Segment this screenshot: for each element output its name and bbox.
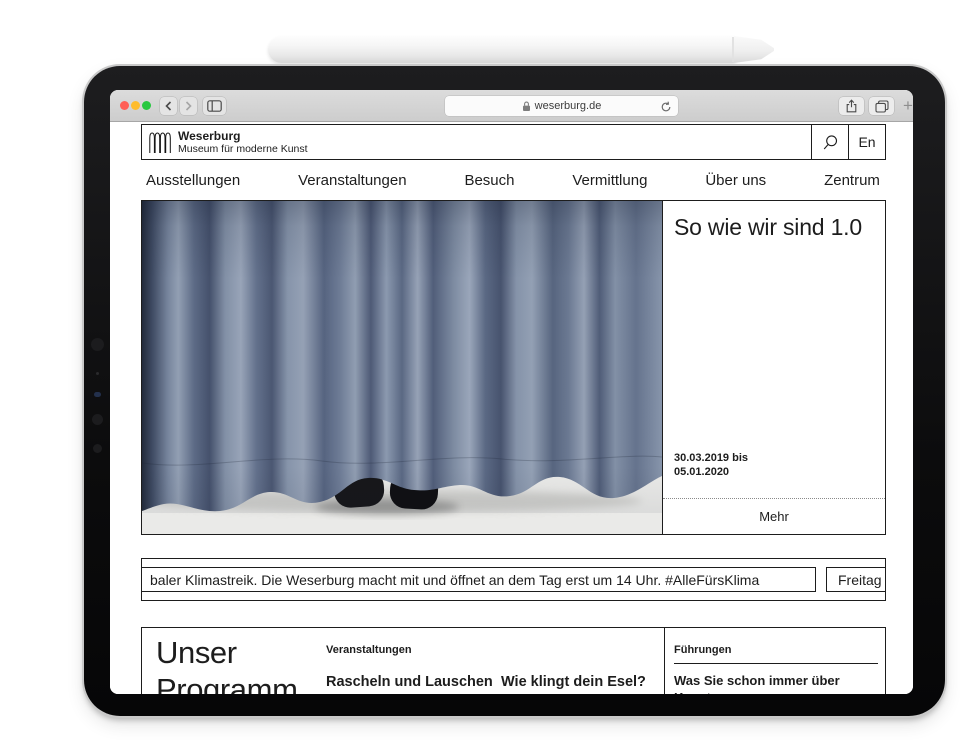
reload-icon: [660, 101, 672, 113]
search-icon: [822, 134, 839, 151]
forward-button[interactable]: [180, 97, 197, 115]
exhibition-title: So wie wir sind 1.0: [674, 214, 862, 241]
hero-section: So wie wir sind 1.0 30.03.2019 bis 05.01…: [141, 200, 886, 535]
nav-item-zentrum[interactable]: Zentrum: [824, 172, 880, 189]
apple-pencil: [268, 36, 774, 63]
search-button[interactable]: [811, 125, 848, 159]
desktop-background: weserburg.de +: [0, 0, 960, 756]
share-icon: [845, 99, 858, 113]
program-section: Unser Programm Veranstaltungen Rascheln …: [141, 627, 886, 694]
screen: weserburg.de +: [110, 90, 913, 694]
ambient-sensor-icon: [96, 372, 99, 375]
ticker-next-item[interactable]: Freitag: [826, 567, 886, 592]
sidebar-toggle-button[interactable]: [203, 97, 226, 115]
events-column-label: Veranstaltungen: [326, 644, 412, 656]
site-header: Weserburg Museum für moderne Kunst En: [141, 124, 886, 160]
apple-pencil-body: [268, 36, 736, 63]
program-heading-line2: Programm: [156, 671, 298, 694]
address-bar[interactable]: weserburg.de: [445, 96, 678, 116]
camera-lens2-icon: [93, 444, 102, 453]
column-divider: [664, 628, 665, 694]
reload-button[interactable]: [660, 100, 672, 118]
nav-item-ueber-uns[interactable]: Über uns: [705, 172, 766, 189]
sidebar-icon: [207, 100, 222, 112]
more-link[interactable]: Mehr: [759, 509, 789, 524]
zoom-window-button[interactable]: [142, 101, 151, 110]
url-text: weserburg.de: [535, 100, 602, 112]
front-camera-icon: [91, 338, 104, 351]
hero-info-panel: So wie wir sind 1.0 30.03.2019 bis 05.01…: [662, 201, 885, 534]
camera-lens-icon: [92, 414, 103, 425]
close-window-button[interactable]: [120, 101, 129, 110]
nav-item-veranstaltungen[interactable]: Veranstaltungen: [298, 172, 406, 189]
event-link-esel[interactable]: Wie klingt dein Esel?: [501, 674, 646, 690]
chevron-right-icon: [185, 101, 192, 111]
chevron-left-icon: [165, 101, 172, 111]
nav-item-ausstellungen[interactable]: Ausstellungen: [146, 172, 240, 189]
tours-column: Führungen Was Sie schon immer über Kunst…: [674, 644, 878, 694]
header-spacer: [308, 125, 811, 159]
main-navigation: Ausstellungen Veranstaltungen Besuch Ver…: [141, 160, 886, 200]
news-ticker: baler Klimastreik. Die Weserburg macht m…: [141, 558, 886, 601]
site-subtitle: Museum für moderne Kunst: [178, 143, 308, 155]
exhibition-dates: 30.03.2019 bis 05.01.2020: [674, 451, 748, 479]
program-heading: Unser Programm: [156, 634, 298, 694]
nav-item-vermittlung[interactable]: Vermittlung: [572, 172, 647, 189]
tabs-icon: [875, 100, 889, 113]
minimize-window-button[interactable]: [131, 101, 140, 110]
hero-curtain-photo[interactable]: [142, 201, 662, 534]
ticker-message[interactable]: baler Klimastreik. Die Weserburg macht m…: [142, 567, 816, 592]
exhibition-date-from: 30.03.2019 bis: [674, 451, 748, 465]
nav-item-besuch[interactable]: Besuch: [464, 172, 514, 189]
tours-column-label: Führungen: [674, 644, 878, 656]
language-toggle[interactable]: En: [848, 125, 885, 159]
tabs-button[interactable]: [869, 97, 894, 115]
apple-pencil-tip: [734, 36, 774, 63]
site-logo[interactable]: Weserburg Museum für moderne Kunst: [142, 125, 308, 159]
browser-toolbar: weserburg.de +: [110, 90, 913, 122]
new-tab-button[interactable]: +: [899, 95, 913, 117]
webpage: Weserburg Museum für moderne Kunst En Au…: [110, 122, 913, 694]
weserburg-logo-icon: [149, 131, 171, 154]
exhibition-date-to: 05.01.2020: [674, 465, 748, 479]
site-title: Weserburg: [178, 130, 308, 143]
back-button[interactable]: [160, 97, 177, 115]
tour-link[interactable]: Was Sie schon immer über Kunst wissen wo…: [674, 672, 878, 694]
lock-icon: [522, 101, 531, 112]
site-logo-text: Weserburg Museum für moderne Kunst: [178, 130, 308, 155]
truedepth-sensor-icon: [94, 392, 101, 397]
hero-more-row: Mehr: [663, 498, 885, 534]
share-button[interactable]: [839, 97, 864, 115]
event-link-rascheln[interactable]: Rascheln und Lauschen: [326, 674, 493, 690]
ipad-device: weserburg.de +: [84, 66, 945, 716]
program-heading-line1: Unser: [156, 634, 298, 671]
tours-rule: [674, 663, 878, 664]
tour-title-line1: Was Sie schon immer über Kunst: [674, 672, 878, 694]
